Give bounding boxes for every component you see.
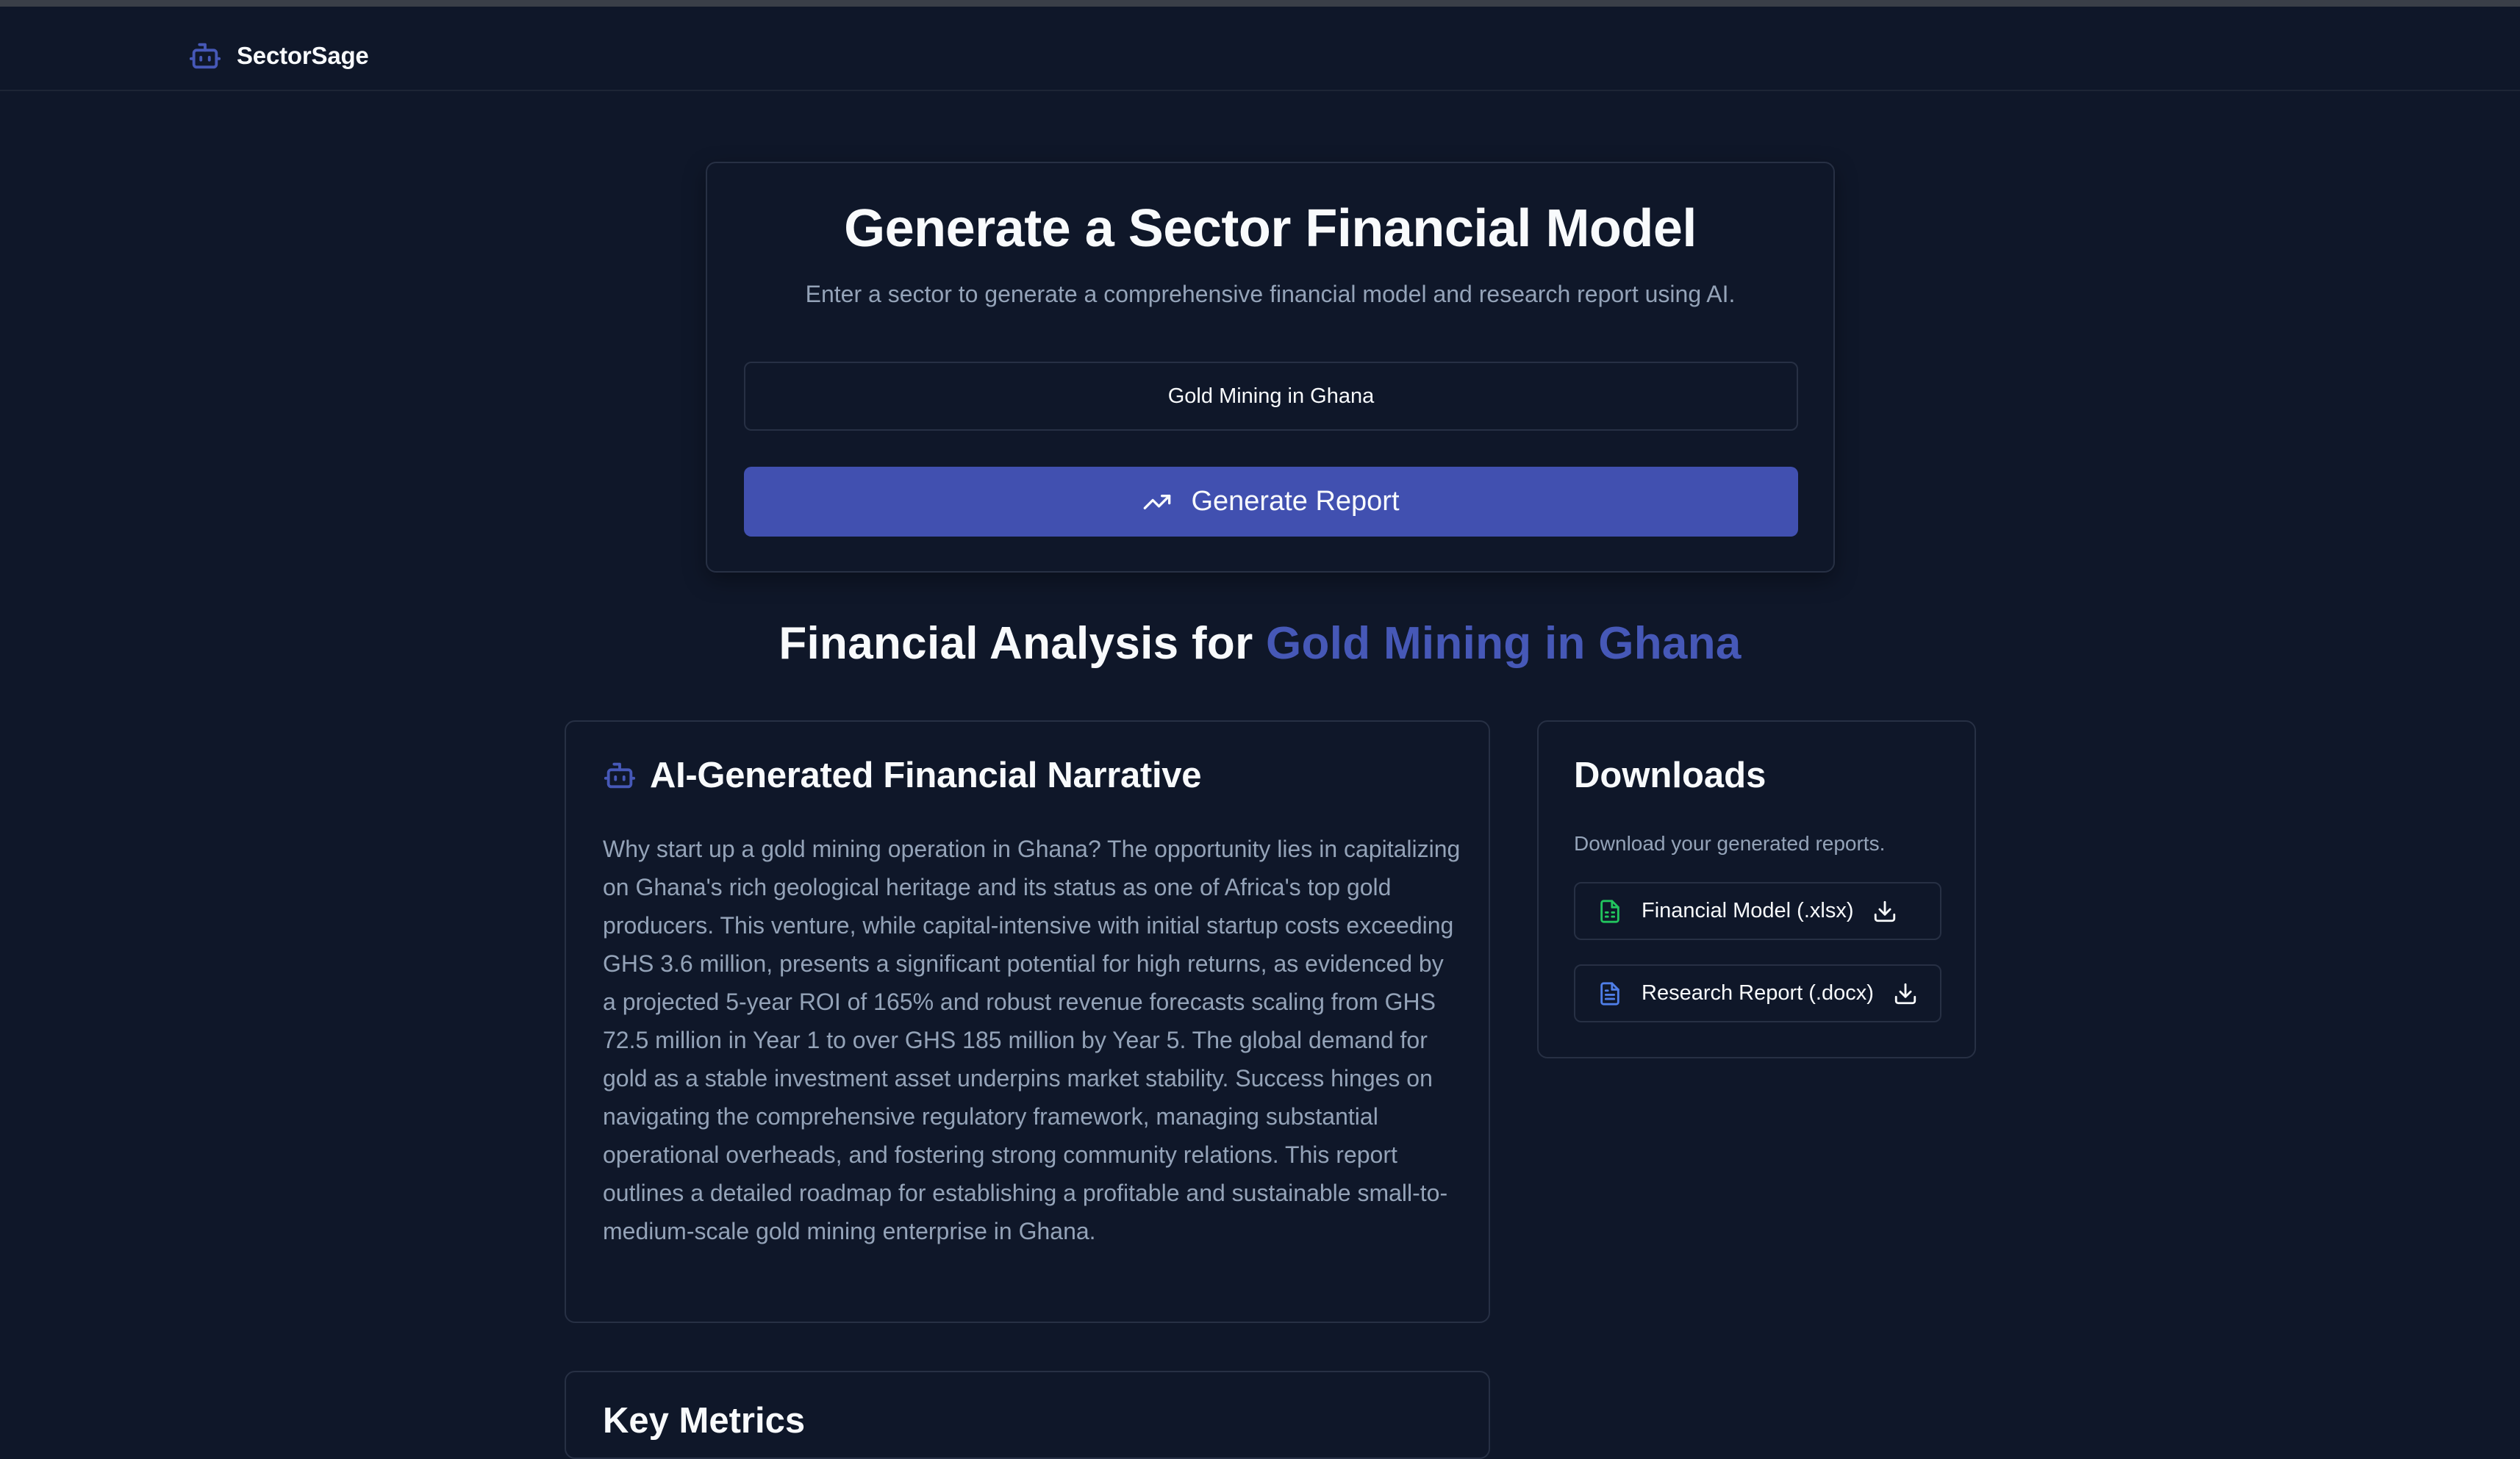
robot-icon	[604, 762, 636, 789]
generate-report-button[interactable]: Generate Report	[744, 467, 1798, 537]
narrative-title: AI-Generated Financial Narrative	[650, 756, 1202, 795]
narrative-body: Why start up a gold mining operation in …	[603, 836, 1461, 1244]
download-icon	[1894, 983, 1916, 1004]
analysis-heading: Financial Analysis for Gold Mining in Gh…	[0, 617, 2520, 670]
navbar: SectorSage	[0, 7, 2520, 91]
downloads-subtitle: Download your generated reports.	[1574, 832, 1886, 855]
spreadsheet-file-icon	[1600, 899, 1619, 923]
generate-report-label: Generate Report	[1191, 486, 1400, 517]
sector-input[interactable]	[744, 362, 1798, 431]
trending-up-icon	[1144, 494, 1171, 509]
download-icon	[1875, 900, 1896, 922]
brand[interactable]: SectorSage	[188, 34, 369, 78]
narrative-card: AI-Generated Financial Narrative Why sta…	[565, 720, 1490, 1323]
robot-icon	[189, 43, 221, 69]
downloads-card: Downloads Download your generated report…	[1537, 720, 1976, 1058]
analysis-heading-sector: Gold Mining in Ghana	[1266, 618, 1742, 669]
download-research-report-button[interactable]: Research Report (.docx)	[1574, 964, 1941, 1022]
key-metrics-title: Key Metrics	[603, 1401, 806, 1441]
brand-name: SectorSage	[237, 42, 369, 69]
page-title: Generate a Sector Financial Model	[844, 199, 1697, 258]
key-metrics-card: Key Metrics	[565, 1371, 1490, 1459]
window-top-border	[0, 0, 2520, 7]
downloads-title: Downloads	[1574, 756, 1766, 795]
download-research-report-label: Research Report (.docx)	[1642, 981, 1874, 1005]
generator-card: Generate a Sector Financial Model Enter …	[706, 162, 1835, 573]
download-financial-model-button[interactable]: Financial Model (.xlsx)	[1574, 882, 1941, 940]
document-file-icon	[1600, 981, 1619, 1005]
narrative-header: AI-Generated Financial Narrative	[603, 755, 1201, 796]
analysis-heading-prefix: Financial Analysis for	[778, 618, 1267, 669]
download-financial-model-label: Financial Model (.xlsx)	[1642, 899, 1854, 922]
generator-subtitle: Enter a sector to generate a comprehensi…	[805, 281, 1736, 307]
